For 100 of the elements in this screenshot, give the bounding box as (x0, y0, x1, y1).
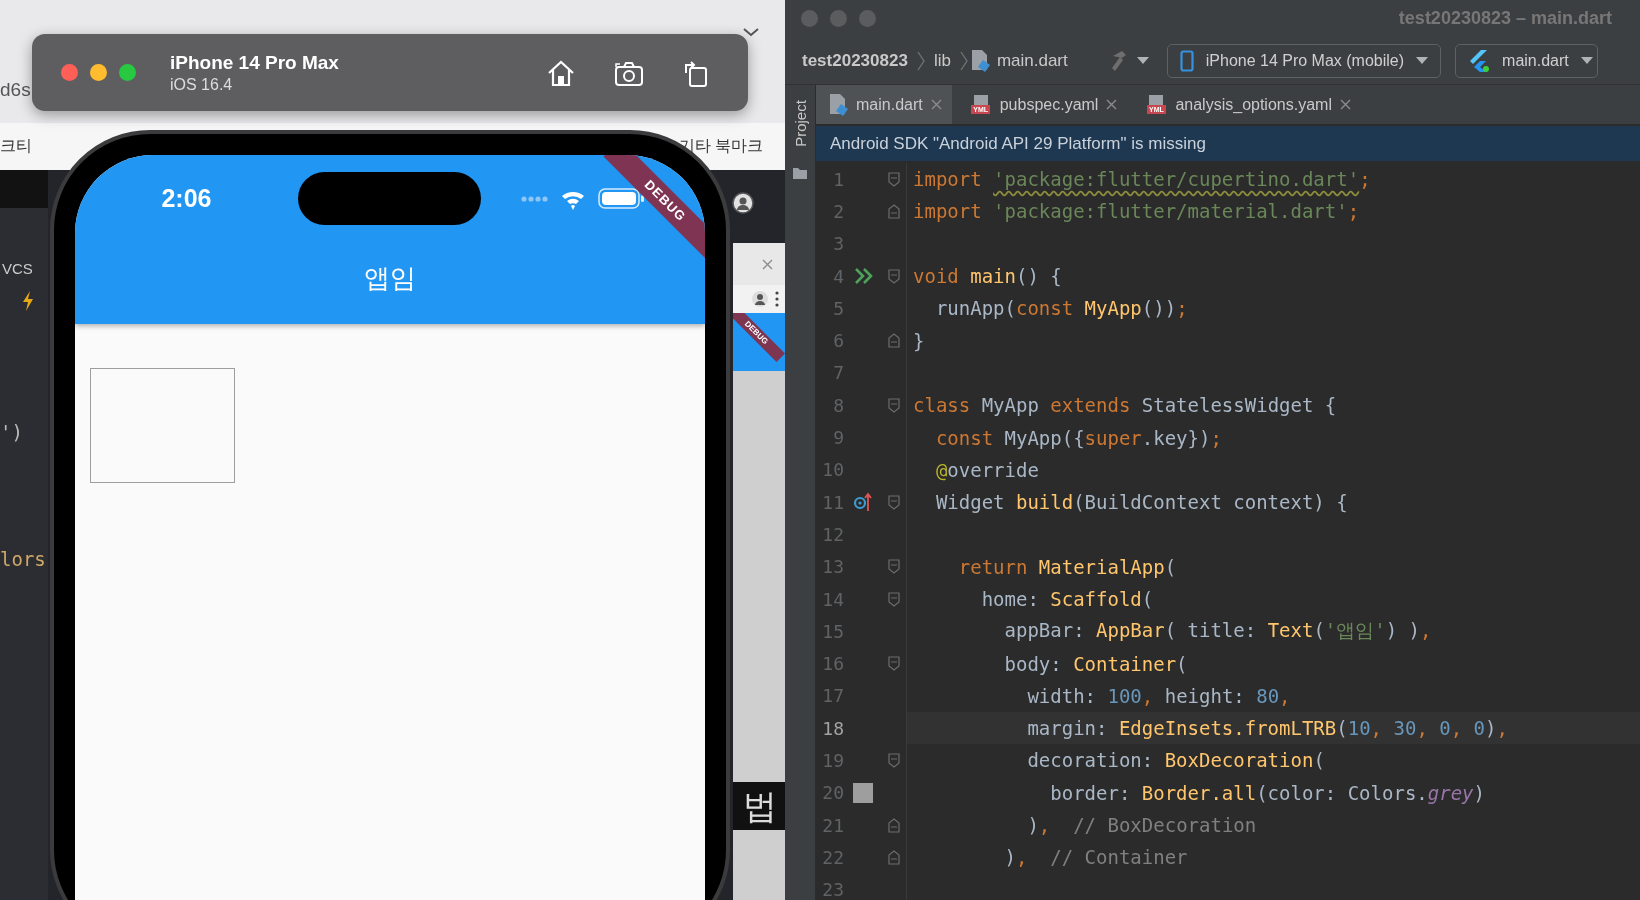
line-number: 14 (821, 588, 844, 610)
code-line: ), // BoxDecoration (1026, 814, 1257, 837)
line-number: 21 (821, 814, 844, 836)
line-number: 4 (832, 265, 844, 287)
run-icon[interactable] (853, 267, 873, 286)
line-number: 3 (832, 233, 844, 255)
line-number: 9 (832, 427, 844, 448)
line-number: 2 (832, 200, 844, 222)
fold-marker-icon[interactable] (888, 333, 900, 349)
status-time: 2:06 (160, 184, 213, 213)
code-line: return MaterialApp( (957, 555, 1177, 578)
signal-icon (521, 194, 548, 203)
line-number: 11 (821, 491, 844, 513)
notification-banner: Android SDK "Android API 29 Platform" is missing (816, 126, 1640, 161)
code-line: void main() { (913, 265, 1062, 288)
line-number: 18 (821, 717, 844, 739)
line-number: 10 (821, 459, 844, 481)
close-button[interactable] (61, 64, 78, 81)
zoom-button[interactable] (859, 10, 876, 27)
home-icon[interactable] (546, 58, 576, 87)
menu-item[interactable]: VCS (2, 260, 33, 277)
line-number: 19 (821, 750, 844, 771)
code-line: margin: EdgeInsets.fromLTRB(10, 30, 0, 0), (1026, 717, 1508, 740)
code-line: appBar: AppBar( title: Text('앱임') ), (1003, 618, 1432, 644)
line-number: 6 (832, 330, 844, 352)
avatar-icon[interactable] (751, 290, 769, 308)
line-number: 13 (821, 556, 844, 578)
window-title: test20230823 – main.dart (1398, 8, 1612, 29)
line-number: 17 (821, 685, 844, 707)
more-icon[interactable] (775, 291, 779, 307)
editor-tab[interactable]: main.dart (816, 85, 952, 124)
color-swatch-icon[interactable] (853, 782, 873, 803)
app-bar-title: 앱임 (363, 262, 417, 295)
avatar-icon[interactable] (732, 192, 754, 214)
line-number: 20 (821, 782, 844, 804)
caret-icon (1416, 56, 1429, 65)
zoom-button[interactable] (119, 64, 136, 81)
lightning-icon[interactable] (22, 291, 34, 311)
device-selector[interactable]: iPhone 14 Pro Max (mobile) (1166, 43, 1442, 78)
rotate-icon[interactable] (682, 58, 708, 87)
fold-marker-icon[interactable] (888, 203, 900, 219)
code-text: lors (0, 548, 46, 570)
code-line: decoration: BoxDecoration( (1026, 749, 1325, 772)
code-line: runApp(const MyApp()); (934, 297, 1188, 320)
folder-icon[interactable] (792, 166, 808, 180)
dart-file-icon (828, 92, 848, 117)
code-line: ), // Container (1003, 846, 1188, 869)
code-line: } (913, 329, 925, 352)
breadcrumb-item[interactable]: lib (933, 50, 951, 71)
run-config-selector[interactable]: main.dart (1455, 43, 1598, 78)
device-name: iPhone 14 Pro Max (170, 51, 339, 74)
fold-marker-icon[interactable] (888, 817, 900, 833)
close-icon[interactable] (1106, 99, 1118, 110)
fold-marker-icon[interactable] (888, 849, 900, 865)
tool-window-tab[interactable]: Project (791, 100, 809, 147)
fold-marker-icon[interactable] (888, 559, 900, 575)
caption-text: 법 (733, 782, 785, 830)
phone-icon (1179, 49, 1194, 72)
line-number: 23 (821, 879, 844, 900)
fold-marker-icon[interactable] (888, 494, 900, 510)
close-icon[interactable] (762, 258, 773, 270)
line-number: 7 (832, 362, 844, 384)
close-icon[interactable] (1339, 99, 1351, 110)
code-line: border: Border.all(color: Colors.grey) (1049, 781, 1485, 804)
caret-icon[interactable] (1136, 56, 1149, 65)
dart-file-icon (969, 48, 990, 73)
address-text: d6s (0, 79, 31, 101)
logo-icon (1468, 48, 1491, 73)
line-number: 5 (832, 297, 844, 319)
fold-marker-icon[interactable] (888, 591, 900, 607)
code-line: width: 100, height: 80, (1026, 684, 1291, 707)
fold-marker-icon[interactable] (888, 268, 900, 284)
bookmark-item[interactable]: 크티 (0, 136, 32, 157)
breadcrumb-item[interactable]: main.dart (996, 50, 1068, 71)
close-icon[interactable] (930, 99, 942, 110)
code-line: class MyApp extends StatelessWidget { (913, 394, 1337, 417)
chevron-icon (916, 50, 925, 71)
minimize-button[interactable] (830, 10, 847, 27)
battery-icon (598, 188, 645, 209)
close-button[interactable] (801, 10, 818, 27)
fold-marker-icon[interactable] (888, 753, 900, 768)
code-line: const MyApp({super.key}); (934, 426, 1222, 449)
code-text: ') (0, 421, 23, 443)
breadcrumb-item[interactable]: test20230823 (802, 50, 908, 71)
code-line: body: Container( (1003, 652, 1188, 675)
line-number: 8 (832, 394, 844, 416)
line-number: 1 (832, 168, 844, 190)
minimize-button[interactable] (90, 64, 107, 81)
fold-marker-icon[interactable] (888, 171, 900, 187)
line-number: 15 (821, 620, 844, 642)
fold-marker-icon[interactable] (888, 656, 900, 672)
line-number: 16 (821, 653, 844, 675)
override-marker-icon[interactable] (853, 492, 873, 513)
fold-marker-icon[interactable] (888, 397, 900, 413)
caret-icon (1580, 56, 1593, 65)
code-line: home: Scaffold( (980, 588, 1154, 610)
code-line: Widget build(BuildContext context) { (934, 491, 1348, 514)
line-number: 22 (821, 846, 844, 868)
code-line: import 'package:flutter/material.dart'; (913, 200, 1360, 223)
caret-icon[interactable] (743, 28, 759, 37)
